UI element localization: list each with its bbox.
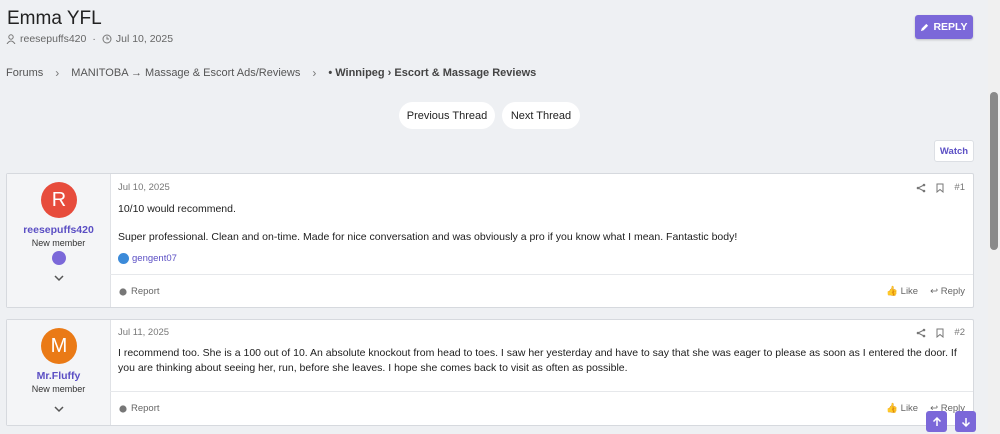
report-link[interactable]: Report bbox=[119, 403, 160, 414]
post-1: R reesepuffs420 New member Jul 10, 2025 … bbox=[6, 173, 974, 308]
pencil-icon bbox=[921, 23, 929, 31]
arrow-up-icon bbox=[932, 416, 941, 426]
like-reaction-icon bbox=[118, 253, 129, 264]
post-tools: #2 bbox=[916, 327, 965, 338]
bookmark-icon[interactable] bbox=[935, 183, 945, 193]
post-number[interactable]: #2 bbox=[954, 327, 965, 338]
arrow-down-icon bbox=[961, 417, 970, 427]
report-label: Report bbox=[131, 286, 160, 297]
post-date[interactable]: Jul 10, 2025 bbox=[118, 182, 170, 193]
post-footer: Report 👍 Like ↩ Reply bbox=[110, 391, 973, 424]
report-label: Report bbox=[131, 403, 160, 414]
breadcrumb-winnipeg[interactable]: • Winnipeg › Escort & Massage Reviews bbox=[328, 67, 536, 79]
report-link[interactable]: Report bbox=[119, 286, 160, 297]
reply-link[interactable]: ↩ Reply bbox=[930, 286, 965, 297]
post-text-line: Super professional. Clean and on-time. M… bbox=[118, 231, 738, 243]
thread-title: Emma YFL bbox=[7, 8, 102, 29]
like-label: Like bbox=[900, 403, 919, 414]
reply-button[interactable]: REPLY bbox=[915, 15, 973, 39]
scrollbar-thumb[interactable] bbox=[990, 92, 998, 250]
post-footer: Report 👍 Like ↩ Reply bbox=[110, 274, 973, 307]
like-label: Like bbox=[900, 286, 919, 297]
chevron-down-icon[interactable] bbox=[52, 273, 66, 283]
chevron-right-icon: › bbox=[312, 66, 317, 80]
post-username[interactable]: Mr.Fluffy bbox=[7, 370, 110, 382]
like-button[interactable]: 👍 Like bbox=[886, 286, 918, 297]
reply-button-label: REPLY bbox=[933, 21, 968, 33]
avatar[interactable]: R bbox=[41, 182, 77, 218]
post-actions: 👍 Like ↩ Reply bbox=[886, 286, 965, 297]
post-2: M Mr.Fluffy New member Jul 11, 2025 #2 I… bbox=[6, 319, 974, 426]
watch-button[interactable]: Watch bbox=[934, 140, 974, 162]
breadcrumb-forums[interactable]: Forums bbox=[6, 67, 43, 79]
breadcrumb: Forums › MANITOBA → Massage & Escort Ads… bbox=[6, 66, 536, 80]
like-button[interactable]: 👍 Like bbox=[886, 403, 918, 414]
chevron-down-icon[interactable] bbox=[52, 404, 66, 414]
chevron-right-icon: › bbox=[55, 66, 60, 80]
post-number[interactable]: #1 bbox=[954, 182, 965, 193]
previous-thread-button[interactable]: Previous Thread bbox=[399, 102, 495, 129]
post-username[interactable]: reesepuffs420 bbox=[7, 224, 110, 236]
user-icon bbox=[6, 34, 16, 44]
reply-label: Reply bbox=[940, 286, 965, 297]
next-thread-button[interactable]: Next Thread bbox=[502, 102, 580, 129]
member-badge-icon bbox=[52, 251, 66, 265]
user-title: New member bbox=[31, 384, 86, 394]
report-icon bbox=[119, 404, 127, 413]
thread-date[interactable]: Jul 10, 2025 bbox=[116, 33, 173, 45]
report-icon bbox=[119, 287, 127, 296]
post-tools: #1 bbox=[916, 182, 965, 193]
thread-meta: reesepuffs420 · Jul 10, 2025 bbox=[6, 33, 173, 45]
share-icon[interactable] bbox=[916, 183, 926, 193]
user-title: New member bbox=[31, 238, 86, 248]
clock-icon bbox=[102, 34, 112, 44]
share-icon[interactable] bbox=[916, 328, 926, 338]
bookmark-icon[interactable] bbox=[935, 328, 945, 338]
breadcrumb-manitoba[interactable]: MANITOBA → Massage & Escort Ads/Reviews bbox=[71, 67, 300, 79]
avatar[interactable]: M bbox=[41, 328, 77, 364]
thread-author[interactable]: reesepuffs420 bbox=[20, 33, 86, 45]
reactions-bar: gengent07 bbox=[118, 253, 177, 264]
scroll-down-button[interactable] bbox=[955, 411, 976, 432]
post-text-line: I recommend too. She is a 100 out of 10.… bbox=[118, 347, 957, 374]
post-date[interactable]: Jul 11, 2025 bbox=[118, 327, 169, 338]
post-text-line: 10/10 would recommend. bbox=[118, 203, 236, 215]
liked-by-user[interactable]: gengent07 bbox=[132, 253, 177, 264]
scroll-up-button[interactable] bbox=[926, 411, 947, 432]
